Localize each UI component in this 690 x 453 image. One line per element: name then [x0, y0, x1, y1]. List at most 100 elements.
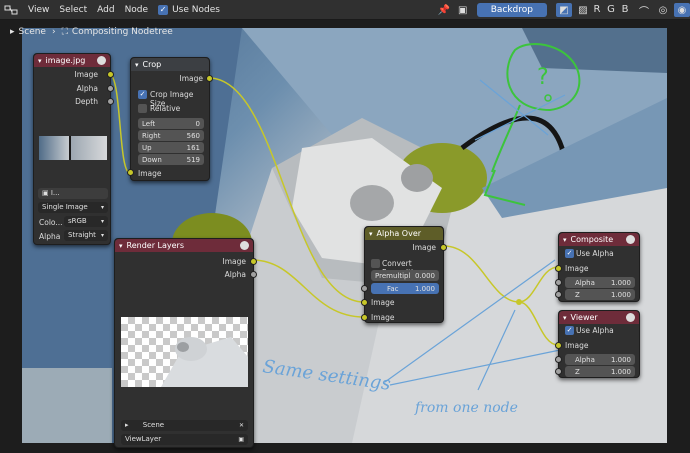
image-icon: ▣: [42, 189, 51, 197]
viewer-alpha-socket[interactable]: [555, 356, 562, 363]
viewer-z-socket[interactable]: [555, 368, 562, 375]
render-preview: [121, 317, 248, 387]
menu-node[interactable]: Node: [125, 5, 149, 15]
viewer-image-label: Image: [565, 341, 589, 350]
snapping-icon[interactable]: ⌒: [636, 3, 652, 18]
chevron-down-icon[interactable]: ▾: [563, 236, 567, 244]
colorspace-value: sRGB: [68, 217, 87, 225]
pin-icon[interactable]: 📌: [436, 3, 452, 17]
crop-down-value: 519: [186, 155, 200, 164]
crop-right-field[interactable]: Right 560: [138, 130, 204, 141]
scene-selector[interactable]: ▸ Scene ✕: [121, 420, 248, 431]
crop-left-field[interactable]: Left 0: [138, 118, 204, 129]
viewer-use-alpha-checkbox[interactable]: ✓: [565, 326, 574, 335]
overlay-icon[interactable]: ◎: [655, 3, 671, 17]
alpha-over-header[interactable]: ▾ Alpha Over: [365, 227, 443, 240]
composite-z-socket[interactable]: [555, 291, 562, 298]
composite-header[interactable]: ▾ Composite: [559, 233, 639, 246]
crop-node-header[interactable]: ▾ Crop: [131, 58, 209, 71]
chevron-down-icon[interactable]: ▾: [119, 242, 123, 250]
crop-input-socket[interactable]: [127, 169, 134, 176]
alpha-over-output-socket[interactable]: [440, 244, 447, 251]
menu-add[interactable]: Add: [97, 5, 114, 15]
composite-use-alpha-checkbox[interactable]: ✓: [565, 249, 574, 258]
bottom-gutter: [0, 443, 690, 453]
image-node-title: image.jpg: [45, 56, 86, 65]
chevron-down-icon[interactable]: ▾: [135, 61, 139, 69]
alpha-over-input2-socket[interactable]: [361, 314, 368, 321]
crop-left-label: Left: [142, 119, 156, 128]
image-selector[interactable]: ▣ I...: [38, 188, 108, 199]
render-layers-node[interactable]: ▾ Render Layers Image Alpha ▸ Scene ✕ Vie…: [114, 238, 257, 448]
composite-node[interactable]: ▾ Composite ✓ Use Alpha Image Alpha 1.000…: [555, 232, 640, 302]
viewer-alpha-field[interactable]: Alpha 1.000: [565, 354, 635, 365]
crop-node[interactable]: ▾ Crop Image ✓ Crop Image Size Relative …: [127, 57, 213, 181]
channel-b[interactable]: B: [619, 3, 631, 17]
render-layers-header[interactable]: ▾ Render Layers: [115, 239, 253, 252]
crop-up-value: 161: [186, 143, 200, 152]
color-alpha-icon[interactable]: ◩: [556, 3, 572, 17]
composite-icon: [626, 235, 635, 244]
output-image-socket[interactable]: [107, 71, 114, 78]
composite-alpha-socket[interactable]: [555, 279, 562, 286]
relative-checkbox[interactable]: [138, 104, 147, 113]
output-alpha-socket[interactable]: [107, 85, 114, 92]
viewer-z-field[interactable]: Z 1.000: [565, 366, 635, 377]
composite-alpha-value: 1.000: [610, 278, 631, 287]
crop-down-field[interactable]: Down 519: [138, 154, 204, 165]
chevron-down-icon[interactable]: ▾: [369, 230, 373, 238]
colorspace-dropdown[interactable]: sRGB ▾: [64, 216, 108, 227]
composite-z-field[interactable]: Z 1.000: [565, 289, 635, 300]
composite-use-alpha-label: Use Alpha: [576, 249, 614, 258]
composite-image-socket[interactable]: [555, 265, 562, 272]
output-depth-socket[interactable]: [107, 98, 114, 105]
premul-field[interactable]: Premultipl 0.000: [371, 270, 439, 281]
composite-z-label: Z: [575, 290, 580, 299]
close-icon[interactable]: ✕: [239, 420, 244, 431]
use-nodes-toggle[interactable]: ✓ Use Nodes: [158, 4, 220, 15]
alpha-over-node[interactable]: ▾ Alpha Over Image Convert Premulti... P…: [361, 226, 447, 323]
breadcrumb-tree[interactable]: Compositing Nodetree: [72, 27, 173, 37]
color-icon[interactable]: ▨: [575, 3, 591, 17]
menu-select[interactable]: Select: [59, 5, 87, 15]
image-preview: [39, 136, 107, 160]
alpha-over-input1-socket[interactable]: [361, 299, 368, 306]
menu-view[interactable]: View: [28, 5, 49, 15]
chevron-down-icon[interactable]: ▾: [38, 57, 42, 65]
premul-label: Premultipl: [375, 271, 411, 280]
backdrop-button[interactable]: Backdrop: [476, 3, 547, 17]
crop-up-field[interactable]: Up 161: [138, 142, 204, 153]
alpha-mode-dropdown[interactable]: Straight ▾: [64, 230, 108, 241]
breadcrumb-scene[interactable]: Scene: [19, 27, 46, 37]
crop-node-title: Crop: [142, 60, 162, 69]
gizmo-icon[interactable]: ◉: [674, 3, 690, 17]
image-display-icon[interactable]: ▣: [455, 3, 471, 17]
fac-field[interactable]: Fac 1.000: [371, 283, 439, 294]
chevron-down-icon[interactable]: ▾: [563, 314, 567, 322]
crop-right-label: Right: [142, 131, 161, 140]
image-node-header[interactable]: ▾ image.jpg: [34, 54, 110, 67]
crop-output-socket[interactable]: [206, 75, 213, 82]
crop-size-checkbox[interactable]: ✓: [138, 90, 147, 99]
viewer-header[interactable]: ▾ Viewer: [559, 311, 639, 324]
viewer-image-socket[interactable]: [555, 342, 562, 349]
composite-alpha-field[interactable]: Alpha 1.000: [565, 277, 635, 288]
scene-value: Scene: [142, 421, 165, 429]
fac-input-socket[interactable]: [361, 285, 368, 292]
channel-r[interactable]: R: [591, 3, 603, 17]
source-dropdown[interactable]: Single Image ▾: [38, 202, 108, 213]
render-output-alpha-socket[interactable]: [250, 271, 257, 278]
render-output-image-socket[interactable]: [250, 258, 257, 265]
editor-type-icon[interactable]: [4, 4, 18, 16]
viewer-node[interactable]: ▾ Viewer ✓ Use Alpha Image Alpha 1.000 Z 1…: [555, 310, 640, 378]
image-node[interactable]: ▾ image.jpg Image Alpha Depth ▣ I... Sin…: [33, 53, 114, 245]
header-right-tools: 📌 ▣ Backdrop ◩ ▨ R G B ⌒ ◎ ◉: [433, 0, 690, 20]
channel-g[interactable]: G: [605, 3, 617, 17]
chevron-down-icon: ▾: [100, 218, 104, 225]
convert-premul-checkbox[interactable]: [371, 259, 380, 268]
crop-input-label: Image: [138, 169, 162, 178]
chevron-down-icon: ▾: [100, 232, 104, 239]
breadcrumb: ▸ Scene › ⛶ Compositing Nodetree: [10, 24, 173, 40]
viewer-title: Viewer: [570, 313, 598, 322]
view-layer-dropdown[interactable]: ViewLayer ▣: [121, 434, 248, 445]
